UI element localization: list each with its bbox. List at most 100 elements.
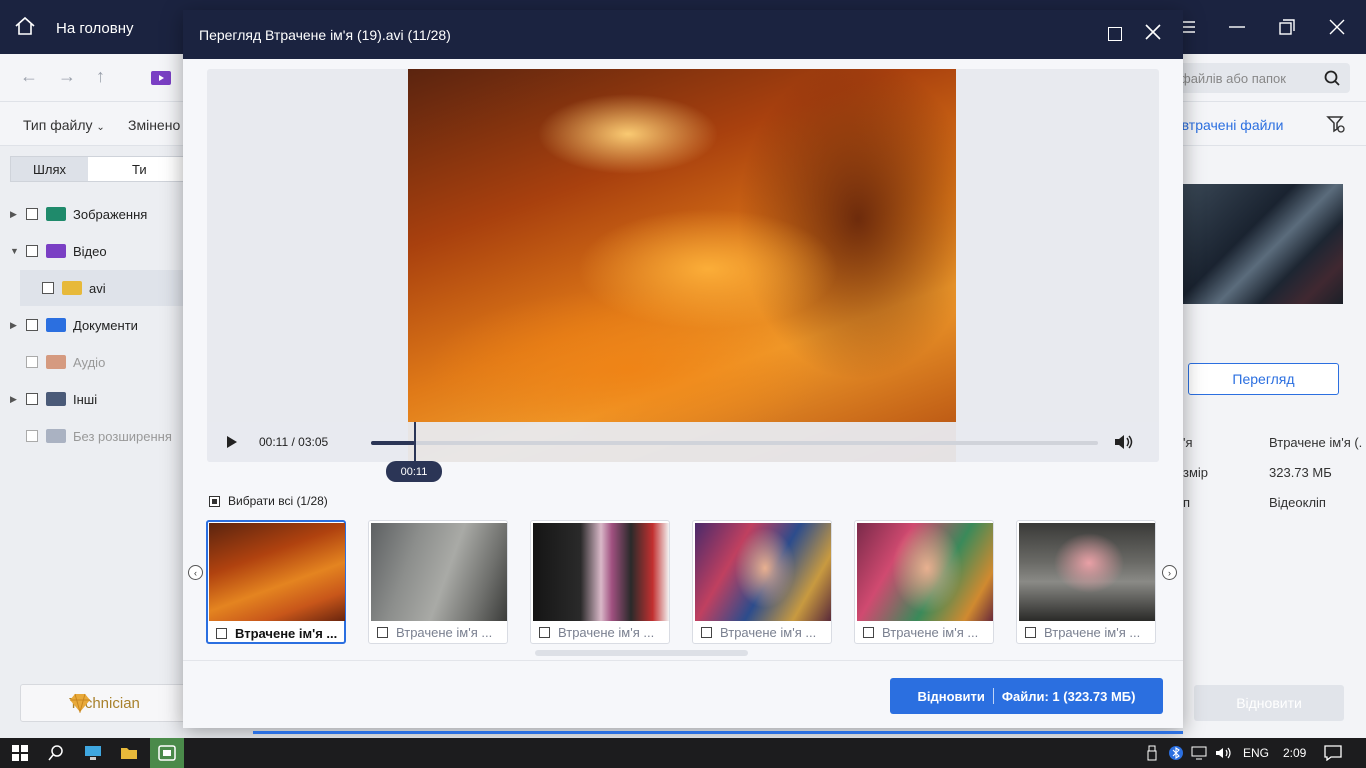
tree-item-label: Інші bbox=[73, 391, 98, 407]
notifications-icon[interactable] bbox=[1322, 738, 1344, 768]
video-thumbnail[interactable]: Втрачене ім'я ... bbox=[854, 520, 994, 644]
select-all-checkbox[interactable] bbox=[209, 495, 220, 507]
play-icon[interactable] bbox=[226, 435, 238, 452]
changed-filter[interactable]: Змінено bbox=[128, 117, 180, 133]
thumbnail-scrollbar[interactable] bbox=[535, 650, 748, 656]
restore-icon[interactable] bbox=[1276, 16, 1298, 38]
tab-path[interactable]: Шлях bbox=[11, 157, 88, 181]
tree-item[interactable]: avi bbox=[20, 270, 183, 306]
thumbnail-checkbox[interactable] bbox=[701, 627, 712, 638]
thumbnail-checkbox[interactable] bbox=[216, 628, 227, 639]
tree-item-label: Зображення bbox=[73, 206, 148, 222]
tree-item[interactable]: Без розширення bbox=[0, 418, 183, 454]
select-all[interactable]: Вибрати всі (1/28) bbox=[209, 494, 328, 508]
tree-item-label: Відео bbox=[73, 243, 107, 259]
window-controls bbox=[1176, 16, 1348, 38]
minimize-icon[interactable] bbox=[1226, 16, 1248, 38]
nav-arrows: ← → ↑ bbox=[20, 66, 105, 87]
tree-item[interactable]: ▶ Інші bbox=[0, 381, 183, 417]
chevron-down-icon: ⌄ bbox=[96, 122, 105, 133]
filter-icon[interactable] bbox=[1326, 114, 1346, 137]
strip-next-icon[interactable]: › bbox=[1162, 565, 1177, 580]
playhead-line bbox=[414, 422, 416, 462]
thumbnail-image bbox=[1019, 523, 1155, 621]
thumbnail-caption: Втрачене ім'я ... bbox=[396, 625, 493, 640]
view-toggle: Шлях Ти bbox=[10, 156, 210, 182]
video-player: 00:11 / 03:05 bbox=[207, 69, 1159, 462]
info-type-key: п bbox=[1183, 495, 1191, 510]
thumbnail-caption: Втрачене ім'я ... bbox=[558, 625, 655, 640]
video-thumbnail[interactable]: Втрачене ім'я ... bbox=[692, 520, 832, 644]
caret-right-icon[interactable]: ▶ bbox=[10, 394, 22, 405]
dialog-close-icon[interactable] bbox=[1145, 24, 1161, 43]
player-controls: 00:11 / 03:05 bbox=[207, 422, 1159, 462]
search-taskbar-icon[interactable] bbox=[42, 738, 70, 768]
tree-item[interactable]: ▶ Зображення bbox=[0, 196, 183, 232]
caret-down-icon[interactable]: ▼ bbox=[10, 246, 22, 256]
seek-bar[interactable] bbox=[371, 441, 1098, 445]
caret-right-icon[interactable]: ▶ bbox=[10, 209, 22, 220]
video-thumbnail[interactable]: Втрачене ім'я ... bbox=[206, 520, 346, 644]
folder-icon bbox=[46, 429, 66, 443]
selected-file-thumbnail bbox=[1183, 184, 1343, 304]
video-thumbnail[interactable]: Втрачене ім'я ... bbox=[530, 520, 670, 644]
preview-dialog: Перегляд Втрачене ім'я (19).avi (11/28) … bbox=[183, 10, 1183, 728]
dialog-title: Перегляд Втрачене ім'я (19).avi (11/28) bbox=[199, 27, 451, 43]
speaker-icon[interactable] bbox=[1214, 738, 1234, 768]
tree-item[interactable]: ▼ Відео bbox=[0, 233, 183, 269]
network-icon[interactable] bbox=[1190, 738, 1208, 768]
recovery-app-taskbar-icon[interactable] bbox=[150, 738, 184, 768]
file-explorer-icon[interactable] bbox=[114, 738, 144, 768]
tree-item-label: Аудіо bbox=[73, 354, 106, 370]
file-type-filter[interactable]: Тип файлу ⌄ bbox=[23, 117, 105, 133]
tree-item-label: Без розширення bbox=[73, 428, 172, 444]
thumbnail-image bbox=[371, 523, 507, 621]
select-all-label: Вибрати всі (1/28) bbox=[228, 494, 328, 508]
clock[interactable]: 2:09 bbox=[1283, 746, 1306, 760]
tree-item-checkbox[interactable] bbox=[42, 282, 54, 294]
lost-files-filter[interactable]: е втрачені файли bbox=[1170, 117, 1283, 133]
desktop-taskbar-icon[interactable] bbox=[78, 738, 108, 768]
info-name-value: Втрачене ім'я (. bbox=[1269, 435, 1363, 450]
close-icon[interactable] bbox=[1326, 16, 1348, 38]
thumbnail-caption-row: Втрачене ім'я ... bbox=[539, 625, 654, 640]
bluetooth-icon[interactable] bbox=[1168, 738, 1184, 768]
search-icon[interactable] bbox=[1324, 70, 1340, 89]
recover-separator bbox=[992, 688, 994, 704]
back-arrow-icon[interactable]: ← bbox=[20, 66, 38, 87]
volume-icon[interactable] bbox=[1113, 433, 1133, 454]
caret-right-icon[interactable]: ▶ bbox=[10, 320, 22, 331]
tree-item-checkbox[interactable] bbox=[26, 208, 38, 220]
home-link[interactable]: На головну bbox=[14, 16, 134, 40]
video-thumbnail[interactable]: Втрачене ім'я ... bbox=[1016, 520, 1156, 644]
recover-label: Відновити bbox=[917, 688, 985, 704]
recover-button-disabled: Відновити bbox=[1194, 685, 1344, 721]
thumbnail-checkbox[interactable] bbox=[539, 627, 550, 638]
thumbnail-caption: Втрачене ім'я ... bbox=[1044, 625, 1141, 640]
tree-item[interactable]: Аудіо bbox=[0, 344, 183, 380]
tree-item[interactable]: ▶ Документи bbox=[0, 307, 183, 343]
thumbnail-checkbox[interactable] bbox=[1025, 627, 1036, 638]
recover-button[interactable]: Відновити Файли: 1 (323.73 МБ) bbox=[890, 678, 1163, 714]
tree-item-checkbox[interactable] bbox=[26, 356, 38, 368]
tree-item-checkbox[interactable] bbox=[26, 393, 38, 405]
forward-arrow-icon[interactable]: → bbox=[58, 66, 76, 87]
language-indicator[interactable]: ENG bbox=[1243, 746, 1269, 760]
thumbnail-caption: Втрачене ім'я ... bbox=[235, 626, 338, 641]
thumbnail-image bbox=[533, 523, 669, 621]
up-arrow-icon[interactable]: ↑ bbox=[96, 66, 105, 87]
usb-icon[interactable] bbox=[1144, 738, 1160, 768]
tree-item-checkbox[interactable] bbox=[26, 245, 38, 257]
thumbnail-checkbox[interactable] bbox=[377, 627, 388, 638]
windows-start-icon[interactable] bbox=[6, 738, 34, 768]
video-thumbnail[interactable]: Втрачене ім'я ... bbox=[368, 520, 508, 644]
thumbnail-checkbox[interactable] bbox=[863, 627, 874, 638]
video-frame bbox=[408, 69, 956, 462]
info-name-key: 'я bbox=[1183, 435, 1193, 450]
tree-item-checkbox[interactable] bbox=[26, 430, 38, 442]
preview-button[interactable]: Перегляд bbox=[1188, 363, 1339, 395]
strip-prev-icon[interactable]: ‹ bbox=[188, 565, 203, 580]
tree-item-checkbox[interactable] bbox=[26, 319, 38, 331]
maximize-icon[interactable] bbox=[1108, 27, 1122, 41]
thumbnail-caption-row: Втрачене ім'я ... bbox=[377, 625, 492, 640]
